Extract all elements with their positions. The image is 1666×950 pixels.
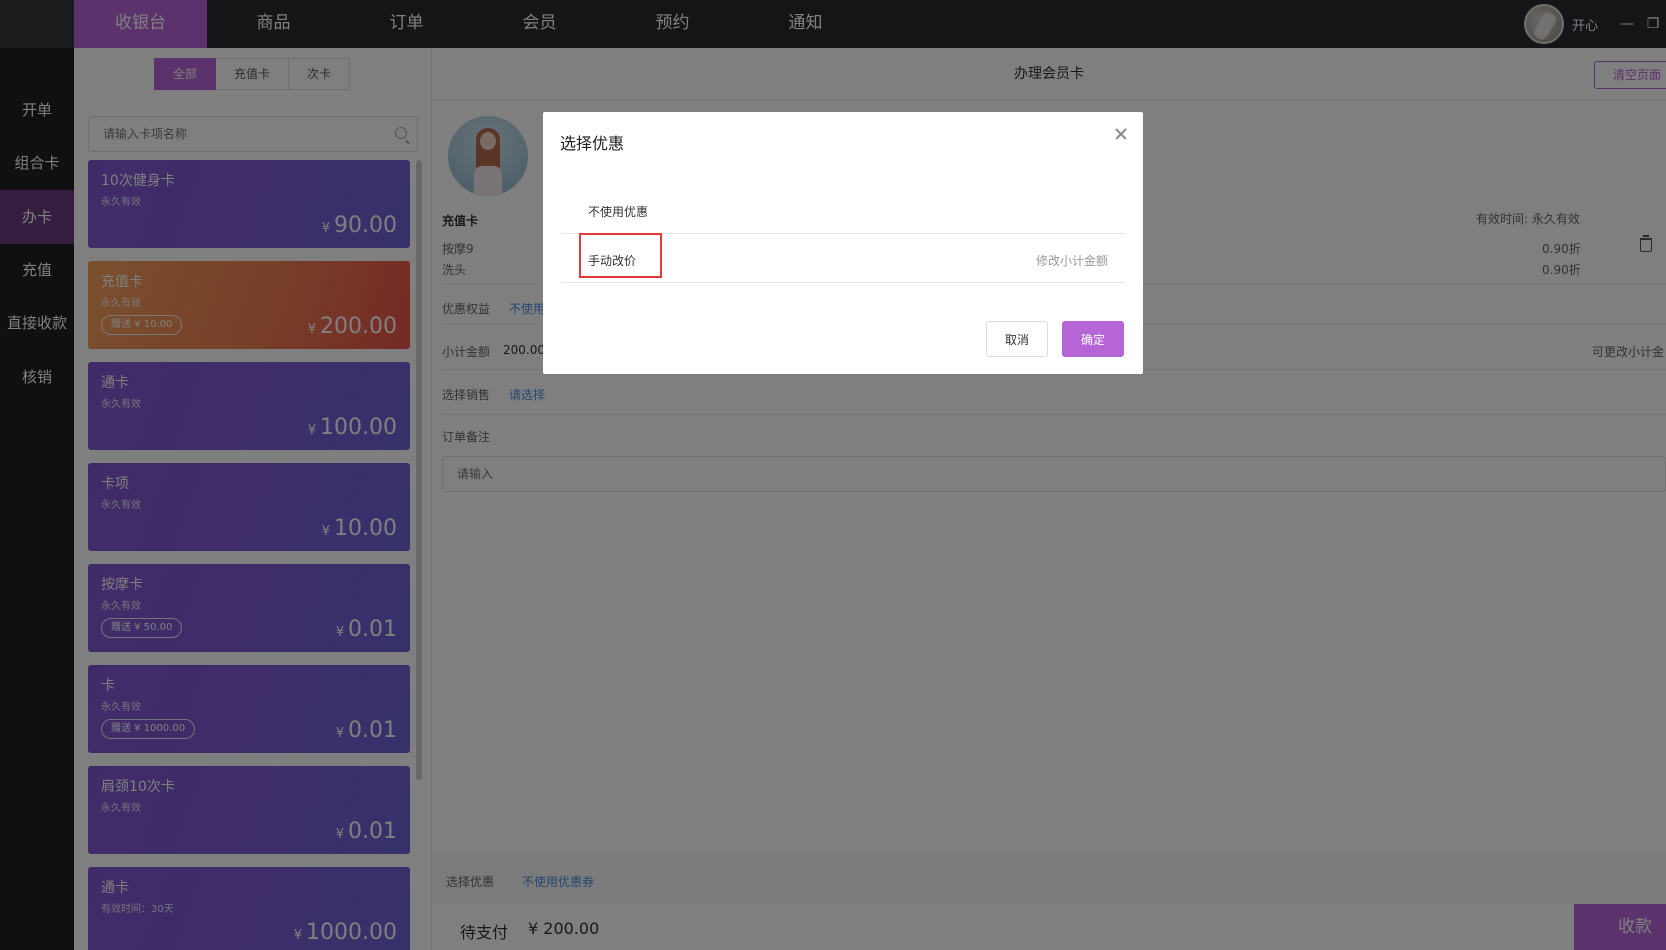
option-no-discount[interactable]: 不使用优惠 — [561, 185, 1125, 234]
option-hint: 修改小计金额 — [1035, 254, 1108, 268]
option-label: 不使用优惠 — [588, 205, 649, 219]
close-icon[interactable] — [1113, 126, 1129, 142]
highlight-box — [579, 233, 662, 278]
modal-title: 选择优惠 — [560, 134, 625, 153]
cancel-button[interactable]: 取消 — [986, 321, 1048, 357]
confirm-button[interactable]: 确定 — [1062, 321, 1124, 357]
discount-modal: 选择优惠 不使用优惠 手动改价 修改小计金额 取消 确定 — [543, 112, 1143, 374]
